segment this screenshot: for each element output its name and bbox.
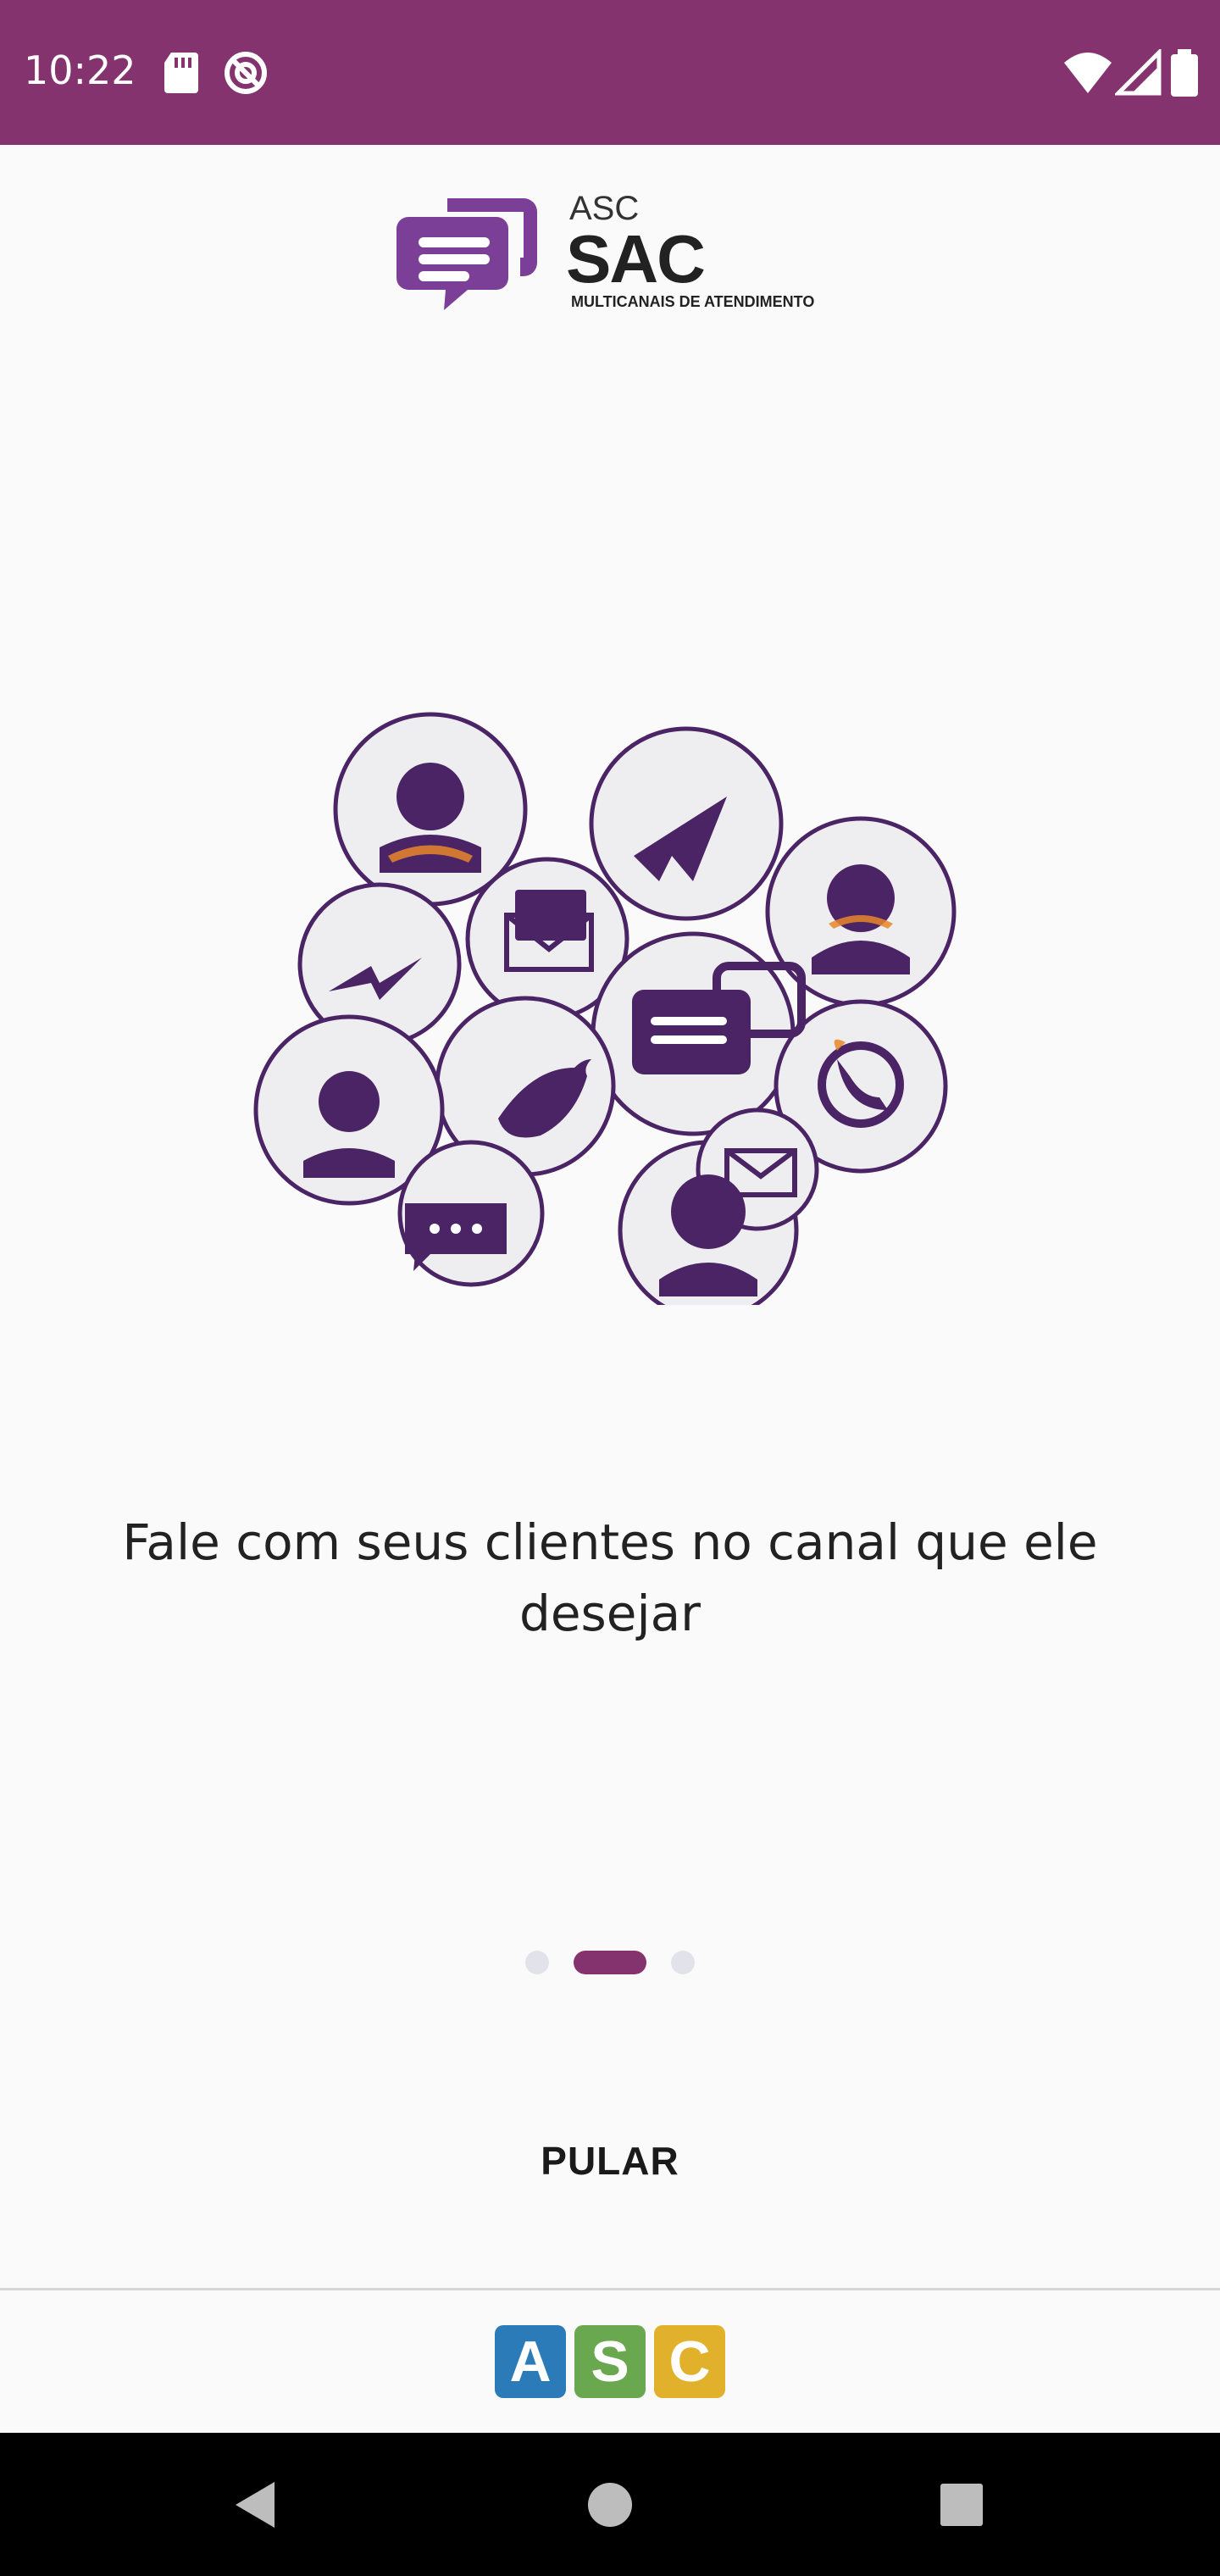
multichannel-illustration bbox=[253, 712, 957, 1305]
chat-bubbles-logo-icon bbox=[396, 198, 537, 310]
asc-tile-a: A bbox=[495, 2325, 566, 2398]
signal-icon bbox=[1115, 49, 1162, 96]
logo-sac-text: SAC bbox=[566, 221, 706, 297]
skip-button[interactable]: PULAR bbox=[483, 2118, 737, 2203]
footer-asc-logo: A S C bbox=[0, 2290, 1220, 2433]
page-dot-3[interactable] bbox=[671, 1951, 695, 1974]
logo-tagline: MULTICANAIS DE ATENDIMENTO bbox=[571, 293, 815, 310]
home-icon[interactable] bbox=[572, 2467, 648, 2543]
page-dot-1[interactable] bbox=[525, 1951, 549, 1974]
recents-icon[interactable] bbox=[923, 2467, 1000, 2543]
sd-card-icon bbox=[164, 53, 198, 93]
asc-sac-logo: ASC SAC MULTICANAIS DE ATENDIMENTO bbox=[396, 190, 837, 317]
battery-icon bbox=[1171, 49, 1198, 97]
asc-tile-s: S bbox=[574, 2325, 646, 2398]
status-bar: 10:22 bbox=[0, 0, 1220, 145]
wifi-icon bbox=[1064, 53, 1112, 93]
back-icon[interactable] bbox=[217, 2467, 293, 2543]
do-not-disturb-icon bbox=[225, 52, 267, 94]
navigation-bar bbox=[0, 2433, 1220, 2576]
status-time: 10:22 bbox=[24, 47, 136, 93]
page-indicator bbox=[0, 1951, 1220, 1974]
onboarding-caption: Fale com seus clientes no canal que ele … bbox=[122, 1513, 1098, 1642]
asc-tile-c: C bbox=[654, 2325, 725, 2398]
page-dot-2-active[interactable] bbox=[574, 1951, 646, 1974]
